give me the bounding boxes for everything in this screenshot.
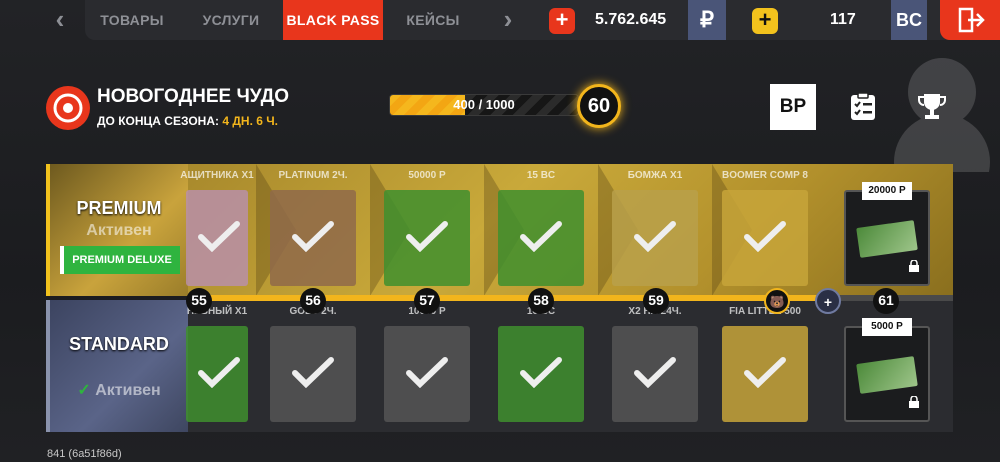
standard-reward-item[interactable]: X2 НА 24Ч. [612, 306, 698, 422]
level-marker: 59 [643, 288, 669, 314]
standard-reward-item[interactable]: НЕВНЫЙ X1 [186, 306, 248, 422]
standard-pass-name: STANDARD [69, 334, 169, 354]
claimed-check-icon [520, 357, 562, 388]
claimed-check-icon [198, 221, 240, 252]
claimed-check-icon [406, 357, 448, 388]
current-level-badge: 60 [577, 84, 621, 128]
premium-reward-item[interactable]: PLATINUM 2Ч. [270, 170, 356, 286]
claimed-check-icon [292, 221, 334, 252]
premium-reward-item[interactable]: BOOMER COMP 8 [722, 170, 808, 286]
reward-label: BOOMER COMP 8 [722, 170, 808, 181]
chevron-right-icon[interactable]: › [495, 6, 521, 34]
season-timer-value: 4 ДН. 6 Ч. [222, 114, 279, 128]
tab-goods[interactable]: ТОВАРЫ [85, 0, 179, 40]
level-marker: 57 [414, 288, 440, 314]
tab-services[interactable]: УСЛУГИ [181, 0, 281, 40]
bc-icon: BC [891, 0, 927, 40]
exit-icon [958, 7, 985, 33]
bp-button[interactable]: BP [770, 84, 816, 130]
level-marker: 56 [300, 288, 326, 314]
standard-reward-item[interactable]: 10 BC [498, 306, 584, 422]
season-title: НОВОГОДНЕЕ ЧУДО [97, 86, 289, 107]
level-marker: 58 [528, 288, 554, 314]
trophy-icon[interactable] [916, 90, 948, 122]
standard-reward-item[interactable]: 5000 Р [844, 318, 930, 422]
claimed-check-icon [292, 357, 334, 388]
rub-icon: ₽ [688, 0, 726, 40]
bc-balance: 117 [830, 11, 856, 28]
premium-pass-status: Активен [86, 222, 152, 239]
standard-reward-item[interactable]: GOLD 2Ч. [270, 306, 356, 422]
standard-reward-item[interactable]: FIA LITTLE 500 [722, 306, 808, 422]
add-rub-button[interactable]: + [549, 8, 575, 34]
reward-label: 50000 Р [408, 170, 446, 181]
exit-button[interactable] [940, 0, 1000, 40]
add-level-button[interactable]: + [815, 288, 841, 314]
season-timer: ДО КОНЦА СЕЗОНА: 4 ДН. 6 Ч. [97, 114, 278, 128]
reward-label: БОМЖА X1 [627, 170, 683, 181]
premium-reward-item[interactable]: БОМЖА X1 [612, 170, 698, 286]
claimed-check-icon [634, 357, 676, 388]
season-emblem-icon [46, 86, 90, 130]
season-progress-bar: 400 / 1000 [389, 94, 579, 116]
battle-pass-screen: ‹ ТОВАРЫ УСЛУГИ BLACK PASS КЕЙСЫ › + 5.7… [0, 0, 1000, 462]
standard-pass-status-text: Активен [95, 382, 161, 399]
standard-pass-card[interactable]: STANDARD ✓ Активен [46, 300, 188, 432]
claimed-check-icon [406, 221, 448, 252]
check-icon: ✓ [77, 382, 91, 399]
premium-pass-card[interactable]: PREMIUM Активен PREMIUM DELUXE [46, 164, 188, 296]
season-timer-label: ДО КОНЦА СЕЗОНА: [97, 114, 219, 128]
top-bar: ‹ ТОВАРЫ УСЛУГИ BLACK PASS КЕЙСЫ › + 5.7… [56, 0, 1000, 40]
build-info: 841 (6a51f86d) [47, 448, 122, 460]
reward-label: 15 BC [526, 170, 556, 181]
claimed-check-icon [520, 221, 562, 252]
premium-reward-item[interactable]: 50000 Р [384, 170, 470, 286]
reward-price: 20000 Р [862, 182, 912, 200]
lock-icon [909, 260, 919, 272]
tab-cases[interactable]: КЕЙСЫ [385, 0, 481, 40]
premium-reward-item[interactable]: 15 BC [498, 170, 584, 286]
lock-icon [909, 396, 919, 408]
claimed-check-icon [744, 357, 786, 388]
standard-reward-item[interactable]: 10000 Р [384, 306, 470, 422]
rub-balance: 5.762.645 [595, 11, 667, 28]
premium-pass-name: PREMIUM [76, 198, 162, 218]
premium-deluxe-button[interactable]: PREMIUM DELUXE [60, 246, 180, 274]
claimed-check-icon [634, 221, 676, 252]
reward-label: PLATINUM 2Ч. [278, 170, 348, 181]
chevron-left-icon[interactable]: ‹ [47, 6, 73, 34]
claimed-check-icon [744, 221, 786, 252]
claimed-check-icon [198, 357, 240, 388]
level-marker: 61 [873, 288, 899, 314]
progress-text: 400 / 1000 [453, 97, 515, 112]
reward-label: АЩИТНИКА X1 [180, 170, 254, 181]
add-bc-button[interactable]: + [752, 8, 778, 34]
premium-reward-item[interactable]: АЩИТНИКА X1 [180, 170, 254, 286]
premium-reward-item[interactable]: 20000 Р [844, 182, 930, 286]
tab-black-pass[interactable]: BLACK PASS [283, 0, 383, 40]
reward-price: 5000 Р [862, 318, 912, 336]
standard-pass-status: ✓ Активен [50, 380, 188, 400]
tasks-icon[interactable] [848, 92, 878, 122]
bear-emblem-icon: 🐻 [764, 288, 790, 314]
level-marker: 55 [186, 288, 212, 314]
